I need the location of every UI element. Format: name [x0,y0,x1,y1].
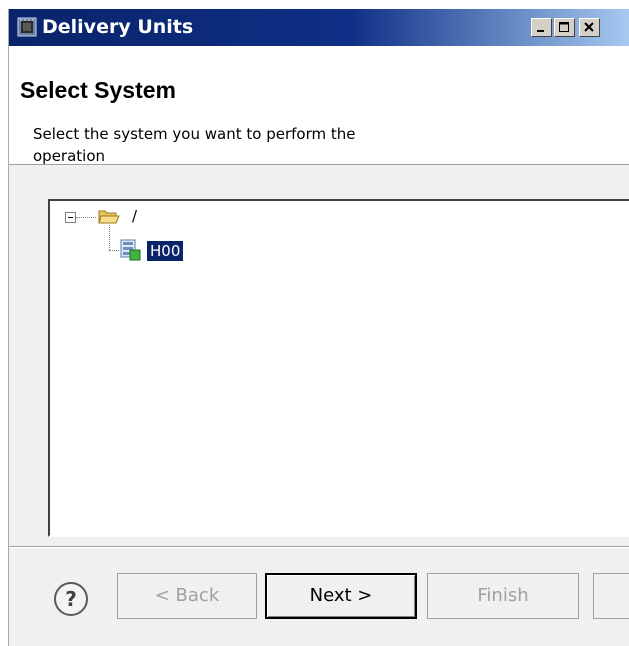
dialog-window: Delivery Units Select System Select the … [8,9,629,646]
app-icon [17,17,37,37]
minimize-icon [537,30,544,32]
tree-connector-child [109,250,119,251]
finish-button[interactable]: Finish [427,573,579,619]
next-button[interactable]: Next > [265,573,417,619]
system-tree[interactable]: / H00 [48,199,629,537]
collapse-toggle[interactable] [65,212,76,223]
title-bar[interactable]: Delivery Units [9,9,629,46]
cancel-button[interactable] [593,573,629,619]
page-title: Select System [20,77,176,103]
minimize-button[interactable] [531,18,552,37]
page-description: Select the system you want to perform th… [33,125,356,165]
footer-separator [9,546,629,548]
wizard-header: Select System Select the system you want… [9,46,629,165]
maximize-icon [559,22,569,32]
system-icon [120,239,141,261]
close-icon [584,22,594,32]
help-icon[interactable]: ? [53,581,89,617]
svg-text:?: ? [65,587,77,611]
tree-connector-vertical [109,225,110,250]
tree-root-label[interactable]: / [132,207,137,225]
maximize-button[interactable] [554,18,575,37]
back-button[interactable]: < Back [117,573,257,619]
close-button[interactable] [579,18,600,37]
tree-connector [76,217,96,218]
tree-item-h00[interactable]: H00 [147,241,184,261]
open-folder-icon [98,210,120,224]
window-title: Delivery Units [42,16,194,38]
